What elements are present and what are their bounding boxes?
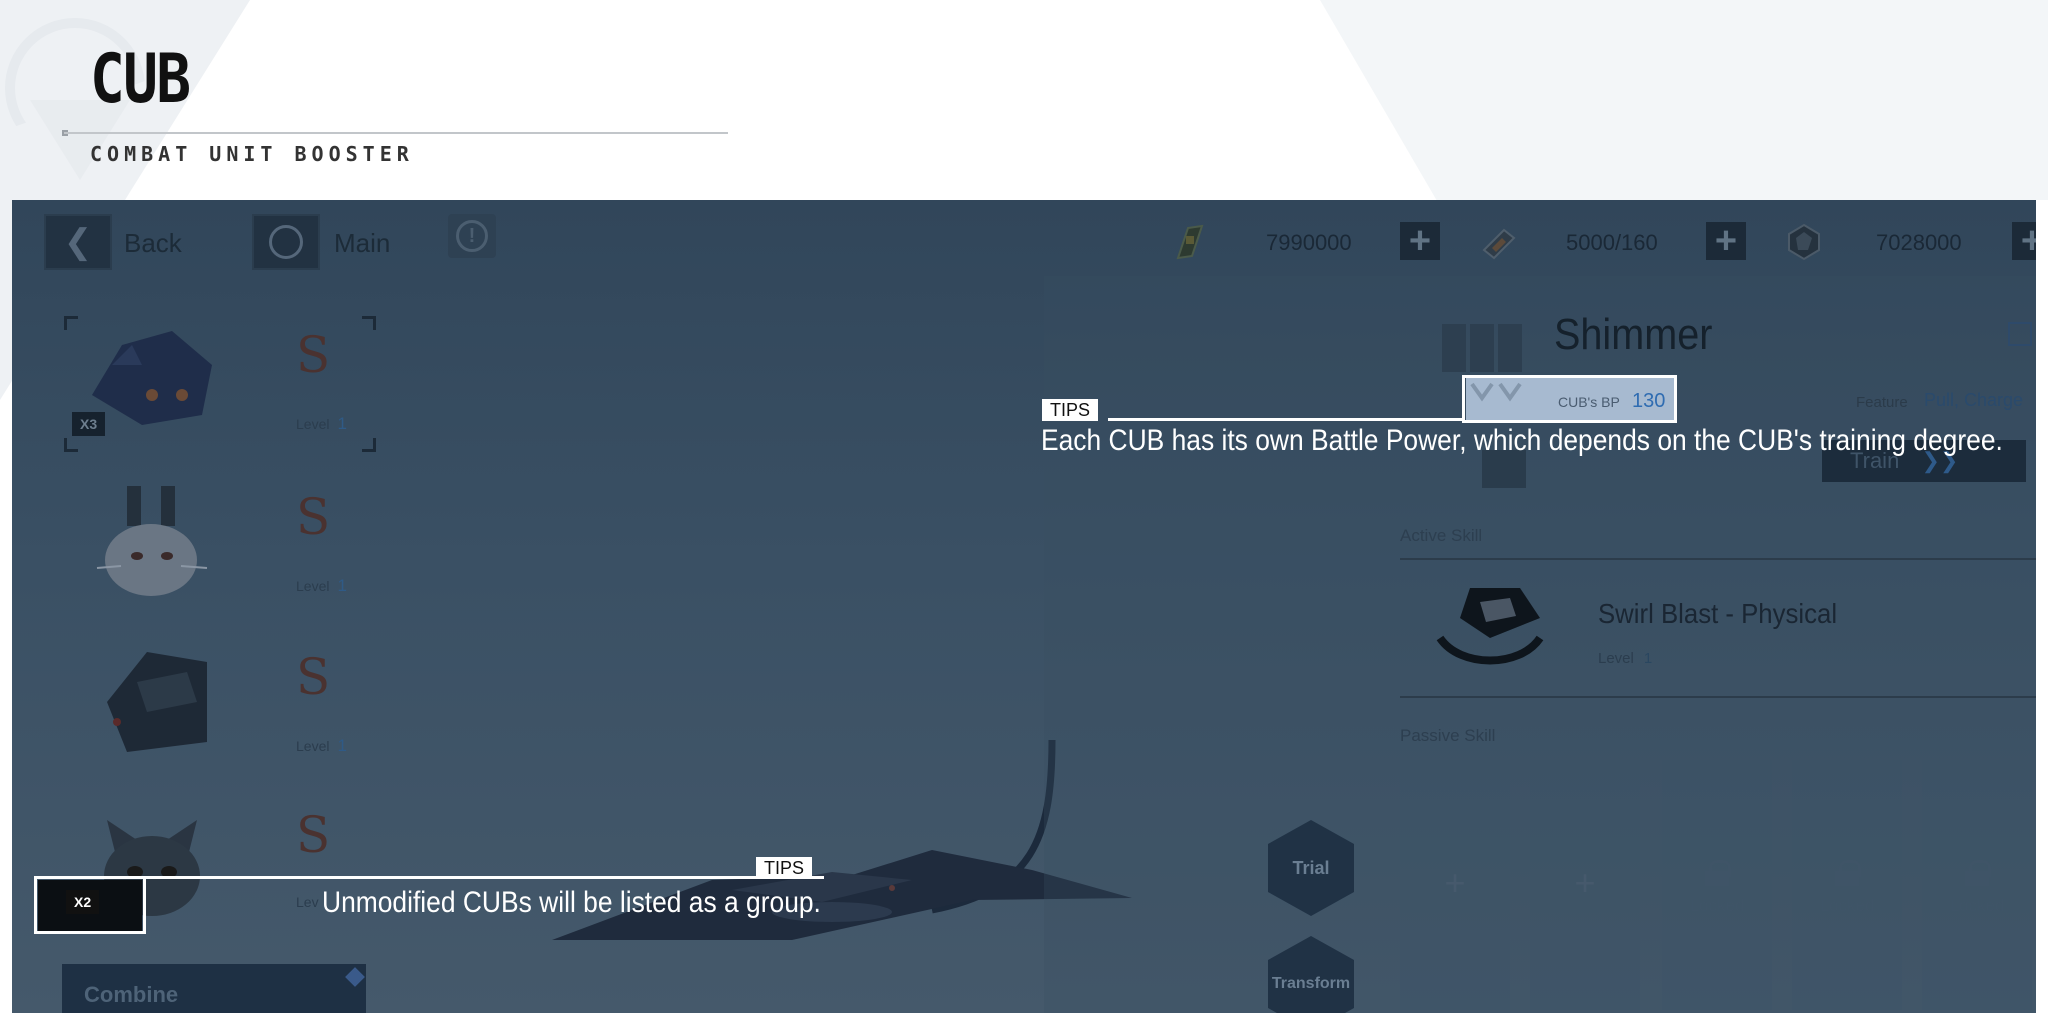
cub-level: Level 1 bbox=[296, 414, 347, 433]
cub-list-item[interactable]: S Level 1 bbox=[64, 478, 376, 614]
plus-icon: + bbox=[1408, 220, 1432, 262]
title-divider bbox=[64, 132, 728, 134]
lock-icon bbox=[1835, 860, 1861, 886]
header-bg-shape-right bbox=[1320, 0, 2048, 200]
main-label: Main bbox=[334, 228, 391, 258]
lock-icon bbox=[1705, 860, 1731, 886]
info-button[interactable]: ! bbox=[448, 214, 496, 258]
passive-slot-locked: Locked bbox=[1662, 760, 1772, 1010]
exclamation-icon: ! bbox=[456, 220, 488, 252]
resource-value: 7990000 bbox=[1266, 230, 1352, 255]
plus-icon: + bbox=[2020, 220, 2036, 262]
quantity-highlight-frame bbox=[34, 876, 146, 934]
feature-label: Feature bbox=[1856, 394, 1908, 411]
bp-highlight-frame bbox=[1462, 375, 1677, 423]
name-decor-bar bbox=[1470, 324, 1494, 372]
edit-name-icon[interactable] bbox=[2008, 322, 2032, 346]
passive-skill-label: Passive Skill bbox=[1400, 726, 1496, 745]
back-label: Back bbox=[124, 228, 182, 258]
tips-connector-line bbox=[146, 876, 824, 879]
passive-slot-locked: Locked bbox=[1792, 760, 1902, 1010]
circle-icon bbox=[269, 225, 303, 259]
plus-icon: + bbox=[1444, 862, 1466, 903]
cub-level: Lev bbox=[296, 894, 319, 910]
cub-list-item[interactable]: S Level 1 bbox=[64, 638, 376, 774]
resource-value: 5000/160 bbox=[1566, 230, 1658, 255]
cub-rank: S bbox=[296, 326, 331, 384]
game-screen: ❮ Back Main ! 7990000 + 5000/160 + 70280… bbox=[12, 200, 2036, 1013]
passive-slot-empty[interactable]: + bbox=[1530, 760, 1640, 1010]
cub-level: Level 1 bbox=[296, 736, 347, 755]
swirl-blast-skill-icon bbox=[1436, 588, 1544, 665]
tips-tag: TIPS bbox=[1042, 399, 1099, 421]
resource-value: 7028000 bbox=[1876, 230, 1962, 255]
name-decor-bar bbox=[1498, 324, 1522, 372]
core-gem-icon bbox=[1782, 222, 1826, 262]
tips-connector-line bbox=[1108, 418, 1464, 421]
cub-list-item[interactable]: S Level 1 bbox=[64, 316, 376, 452]
tuning-chip-icon bbox=[1168, 222, 1212, 262]
lock-icon bbox=[1965, 860, 1991, 886]
combine-button[interactable]: Combine bbox=[62, 964, 366, 1013]
back-button[interactable]: ❮ bbox=[44, 214, 112, 270]
add-resource-button[interactable]: + bbox=[1706, 222, 1746, 260]
cub-quantity-badge: X3 bbox=[72, 412, 106, 436]
main-button[interactable] bbox=[252, 214, 320, 270]
passive-slot-empty[interactable]: + bbox=[1400, 760, 1510, 1010]
cub-mech-beast-icon bbox=[82, 638, 222, 766]
tips-tag: TIPS bbox=[756, 857, 813, 879]
tips-text: Unmodified CUBs will be listed as a grou… bbox=[322, 886, 821, 919]
energy-battery-icon bbox=[1476, 222, 1520, 262]
plus-icon: + bbox=[1714, 220, 1738, 262]
add-resource-button[interactable]: + bbox=[2012, 222, 2036, 260]
passive-slot-locked: Locked bbox=[1922, 760, 2032, 1010]
cub-bunny-icon bbox=[82, 478, 222, 606]
tips-text: Each CUB has its own Battle Power, which… bbox=[1041, 424, 2003, 457]
page-title: CUB bbox=[90, 40, 191, 119]
cub-name: Shimmer bbox=[1554, 310, 1713, 359]
active-skill-level: Level 1 bbox=[1598, 650, 1653, 667]
plus-icon: + bbox=[1574, 862, 1596, 903]
chevron-left-icon: ❮ bbox=[63, 223, 93, 261]
active-skill-name: Swirl Blast - Physical bbox=[1598, 598, 1838, 629]
feature-value: Pull, Charge bbox=[1924, 390, 2024, 410]
cub-level: Level 1 bbox=[296, 576, 347, 595]
name-decor-bar bbox=[1442, 324, 1466, 372]
add-resource-button[interactable]: + bbox=[1400, 222, 1440, 260]
cub-rank: S bbox=[296, 488, 331, 546]
cub-rank: S bbox=[296, 806, 331, 864]
cub-rank: S bbox=[296, 648, 331, 706]
page-subtitle: COMBAT UNIT BOOSTER bbox=[90, 142, 414, 166]
active-skill-label: Active Skill bbox=[1400, 526, 1483, 545]
